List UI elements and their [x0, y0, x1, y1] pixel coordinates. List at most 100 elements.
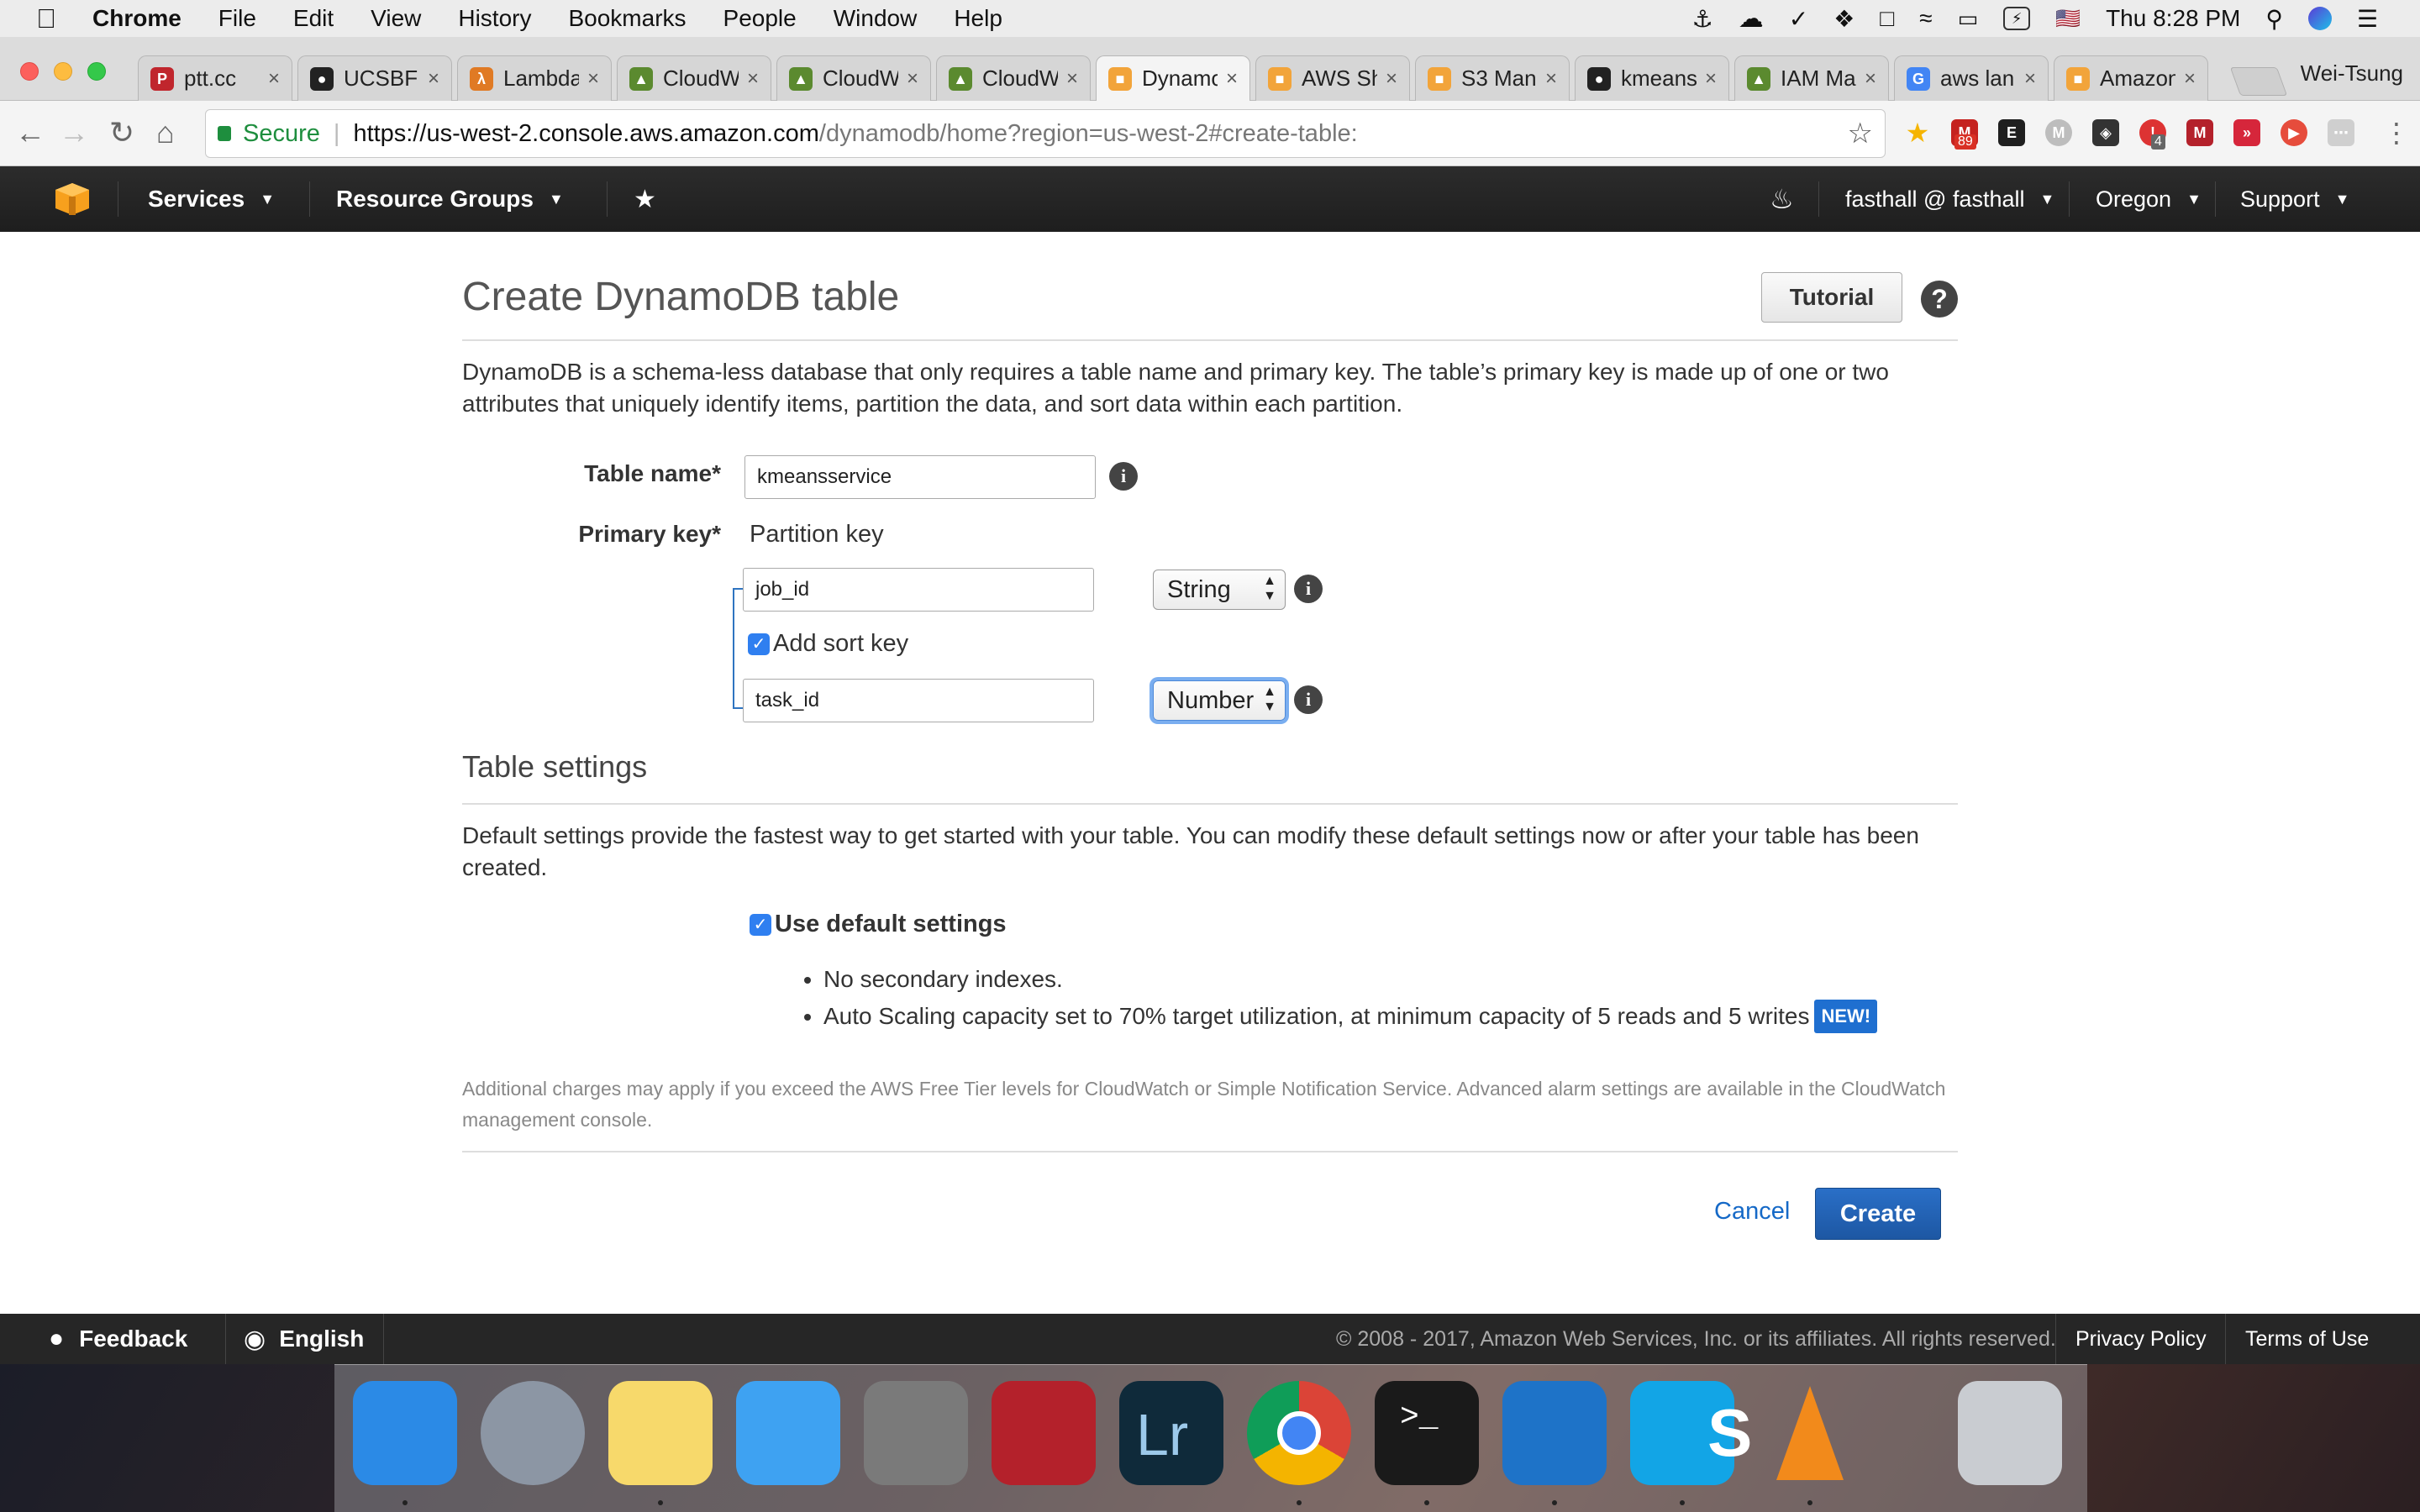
tab-close-icon[interactable]: × [268, 67, 280, 91]
mendeley-icon[interactable] [992, 1381, 1096, 1485]
notifications-bell-icon[interactable]: ♨ [1770, 166, 1794, 232]
sort-key-type-select[interactable]: Number ▲ ▼ [1153, 680, 1286, 721]
menu-bookmarks[interactable]: Bookmarks [568, 5, 686, 32]
browser-tab[interactable]: Gaws lan × [1894, 55, 2049, 101]
back-icon[interactable]: ← [15, 116, 45, 150]
tab-close-icon[interactable]: × [428, 67, 439, 91]
menu-edit[interactable]: Edit [293, 5, 334, 32]
browser-tab[interactable]: ■ Dynamo × [1096, 55, 1250, 101]
info-icon[interactable]: i [1294, 575, 1323, 603]
partition-key-type-select[interactable]: String ▲ ▼ [1153, 570, 1286, 610]
tab-close-icon[interactable]: × [907, 67, 918, 91]
use-default-settings-label[interactable]: Use default settings [775, 911, 1007, 938]
incognito-extension-icon[interactable]: ◈ [2092, 119, 2119, 146]
vscode-icon[interactable] [1502, 1381, 1607, 1485]
close-window-icon[interactable] [20, 62, 39, 81]
browser-tab[interactable]: λ Lambda × [457, 55, 612, 101]
privacy-policy-link[interactable]: Privacy Policy [2075, 1314, 2207, 1364]
css-extension-icon[interactable]: ⋯ [2328, 119, 2354, 146]
clock[interactable]: Thu 8:28 PM [2106, 5, 2240, 32]
launchpad-icon[interactable] [481, 1381, 585, 1485]
battery-icon[interactable]: ⚡ [2003, 7, 2031, 30]
tab-close-icon[interactable]: × [747, 67, 759, 91]
chrome-menu-icon[interactable]: ⋮ [2383, 116, 2410, 150]
menu-app-name[interactable]: Chrome [92, 5, 182, 32]
browser-tab[interactable]: ■ AWS Sh × [1255, 55, 1410, 101]
dropbox-icon[interactable]: ❖ [1833, 5, 1854, 33]
menu-window[interactable]: Window [834, 5, 918, 32]
address-bar[interactable]: Secure | https://us-west-2.console.aws.a… [205, 109, 1886, 158]
tab-close-icon[interactable]: × [1386, 67, 1397, 91]
maximize-window-icon[interactable] [87, 62, 106, 81]
language-selector[interactable]: ◉ English [244, 1314, 364, 1364]
tab-close-icon[interactable]: × [1066, 67, 1078, 91]
bookmark-star-icon[interactable]: ☆ [1848, 117, 1873, 150]
tab-close-icon[interactable]: × [1865, 67, 1876, 91]
support-menu[interactable]: Support ▼ [2240, 166, 2349, 232]
messages-icon[interactable] [736, 1381, 840, 1485]
browser-tab[interactable]: ▲ IAM Ma × [1734, 55, 1889, 101]
tab-close-icon[interactable]: × [1226, 67, 1238, 91]
fast-forward-extension-icon[interactable]: » [2233, 119, 2260, 146]
help-icon[interactable]: ? [1921, 281, 1958, 318]
browser-tab[interactable]: ▲ CloudW × [936, 55, 1091, 101]
browser-tab[interactable]: Pptt.cc × [138, 55, 292, 101]
minimize-window-icon[interactable] [54, 62, 72, 81]
feedback-button[interactable]: ● Feedback [49, 1314, 187, 1364]
info-icon[interactable]: i [1294, 685, 1323, 714]
bookmarks-star-extension-icon[interactable]: ★ [1904, 119, 1931, 146]
tab-close-icon[interactable]: × [1545, 67, 1557, 91]
docker-icon[interactable]: ⚓ [1692, 5, 1713, 33]
pin-icon[interactable]: ★ [634, 166, 656, 232]
flag-icon[interactable]: 🇺🇸 [2055, 7, 2081, 31]
profile-name[interactable]: Wei-Tsung [2301, 60, 2403, 87]
browser-tab[interactable]: ▲ CloudW × [617, 55, 771, 101]
evernote-extension-icon[interactable]: E [1998, 119, 2025, 146]
sort-key-input[interactable]: task_id [743, 679, 1094, 722]
airplay-icon[interactable]: ▭ [1958, 6, 1979, 32]
home-icon[interactable]: ⌂ [156, 116, 175, 150]
account-menu[interactable]: fasthall @ fasthall ▼ [1845, 166, 2054, 232]
tab-close-icon[interactable]: × [2024, 67, 2036, 91]
spotlight-search-icon[interactable]: ⚲ [2265, 5, 2283, 33]
wifi-icon[interactable]: ≈ [1919, 5, 1932, 32]
vlc-icon[interactable] [1758, 1381, 1862, 1485]
resource-groups-menu[interactable]: Resource Groups ▼ [336, 166, 564, 232]
add-sort-key-checkbox[interactable]: ✓ [748, 633, 770, 655]
play-extension-icon[interactable]: ▶ [2281, 119, 2307, 146]
browser-tab[interactable]: ▲ CloudW × [776, 55, 931, 101]
trash-icon[interactable] [1958, 1381, 2062, 1485]
browser-tab[interactable]: ■ Amazon × [2054, 55, 2208, 101]
browser-tab[interactable]: ■ S3 Man × [1415, 55, 1570, 101]
region-menu[interactable]: Oregon ▼ [2096, 166, 2202, 232]
notes-icon[interactable] [608, 1381, 713, 1485]
window-icon[interactable]: □ [1880, 5, 1894, 32]
chrome-icon[interactable] [1247, 1381, 1351, 1485]
menu-file[interactable]: File [218, 5, 256, 32]
add-sort-key-label[interactable]: Add sort key [773, 630, 908, 658]
create-button[interactable]: Create [1815, 1188, 1941, 1240]
tab-close-icon[interactable]: × [587, 67, 599, 91]
tab-close-icon[interactable]: × [1705, 67, 1717, 91]
table-name-input[interactable]: kmeansservice [744, 455, 1096, 499]
cancel-link[interactable]: Cancel [1714, 1198, 1790, 1226]
aws-logo-icon[interactable] [54, 181, 91, 217]
menu-help[interactable]: Help [954, 5, 1002, 32]
system-preferences-icon[interactable] [864, 1381, 968, 1485]
new-tab-button[interactable] [2229, 67, 2288, 96]
tab-close-icon[interactable]: × [2184, 67, 2196, 91]
finder-icon[interactable] [353, 1381, 457, 1485]
reload-icon[interactable]: ↻ [109, 116, 134, 150]
terms-of-use-link[interactable]: Terms of Use [2245, 1314, 2369, 1364]
partition-key-input[interactable]: job_id [743, 568, 1094, 612]
checklist-icon[interactable]: ✓ [1789, 5, 1808, 33]
forward-icon[interactable]: → [59, 116, 89, 150]
browser-tab[interactable]: ● kmeans × [1575, 55, 1729, 101]
apple-menu-icon[interactable]:  [34, 5, 59, 32]
menu-people[interactable]: People [723, 5, 797, 32]
services-menu[interactable]: Services ▼ [148, 166, 275, 232]
siri-icon[interactable] [2307, 7, 2332, 30]
notification-center-icon[interactable]: ☰ [2357, 5, 2378, 33]
menu-view[interactable]: View [371, 5, 421, 32]
menu-history[interactable]: History [458, 5, 531, 32]
